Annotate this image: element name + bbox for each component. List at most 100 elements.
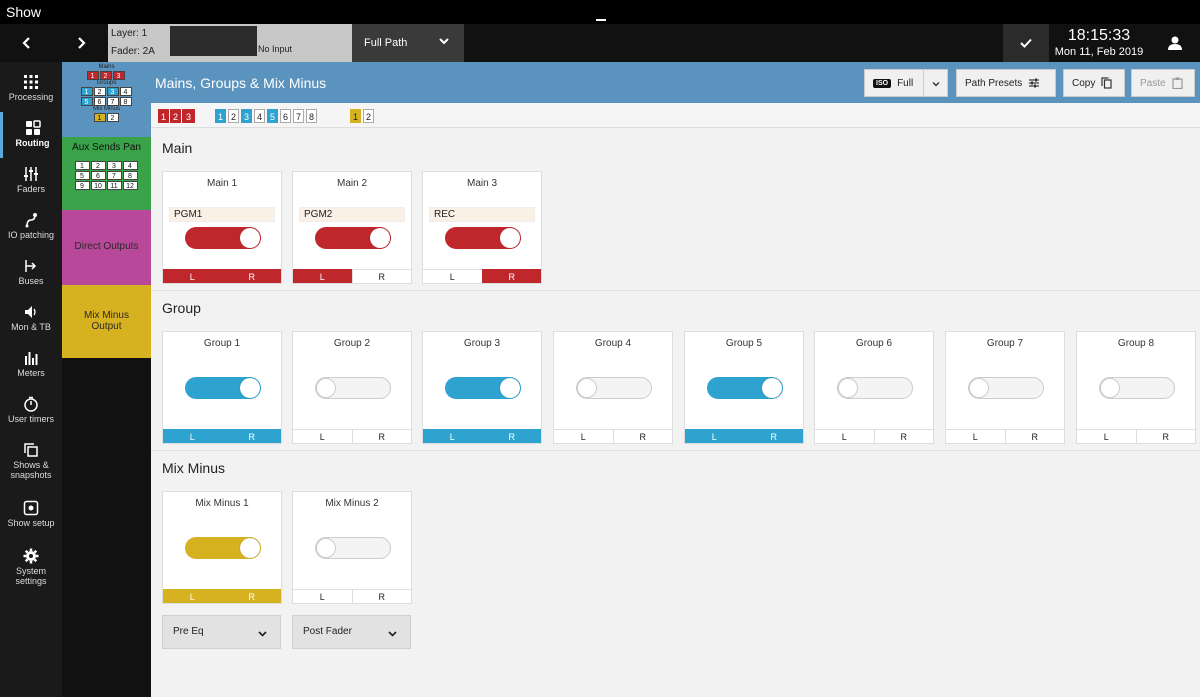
mixminus-source-select[interactable]: Post Fader <box>292 615 411 649</box>
bus-name-field[interactable]: PGM2 <box>299 207 405 222</box>
next-button[interactable] <box>54 24 108 62</box>
right-button[interactable]: R <box>873 429 933 443</box>
right-button[interactable]: R <box>1004 429 1064 443</box>
nav-show-setup[interactable]: Show setup <box>0 492 62 538</box>
group-selector-chip[interactable]: 5 <box>267 109 278 123</box>
route-toggle[interactable] <box>185 377 261 399</box>
user-button[interactable] <box>1150 24 1200 62</box>
main-selector-chip[interactable]: 1 <box>158 109 169 123</box>
right-button[interactable]: R <box>221 269 281 283</box>
subnav-direct-outputs[interactable]: Direct Outputs <box>62 210 151 285</box>
mixminus-selector-chip[interactable]: 2 <box>363 109 374 123</box>
left-button[interactable]: L <box>554 429 613 443</box>
route-toggle[interactable] <box>837 377 913 399</box>
main-selector-chip[interactable]: 3 <box>182 109 195 123</box>
chevron-down-icon <box>932 82 940 87</box>
subnav-mix-minus-output[interactable]: Mix Minus Output <box>62 285 151 358</box>
left-button[interactable]: L <box>815 429 874 443</box>
route-toggle[interactable] <box>576 377 652 399</box>
group-selector-chip[interactable]: 2 <box>228 109 239 123</box>
left-button[interactable]: L <box>163 589 222 603</box>
group-selector-chip[interactable]: 3 <box>241 109 252 123</box>
left-button[interactable]: L <box>685 429 744 443</box>
route-toggle[interactable] <box>968 377 1044 399</box>
route-toggle[interactable] <box>185 227 261 249</box>
subnav-aux-sends-pan[interactable]: Aux Sends Pan 1 2 3 4 5 6 7 8 9 10 11 12 <box>62 137 151 210</box>
nav-routing[interactable]: Routing <box>0 112 62 158</box>
subnav-mains-groups[interactable]: Mains 1 2 3 Groups 1 2 3 4 5 6 7 8 Mix M… <box>62 62 151 137</box>
right-button[interactable]: R <box>351 589 411 603</box>
path-select[interactable]: Full Path <box>352 24 464 62</box>
nav-system-settings[interactable]: System settings <box>0 540 62 596</box>
iso-full-select[interactable]: ISO Full <box>864 69 948 97</box>
group-selector-chip[interactable]: 4 <box>254 109 265 123</box>
prev-button[interactable] <box>0 24 54 62</box>
nav-shows-snapshots[interactable]: Shows & snapshots <box>0 434 62 490</box>
mixminus-selector-chip[interactable]: 1 <box>350 109 361 123</box>
gear-icon <box>23 548 39 564</box>
right-button[interactable]: R <box>351 269 411 283</box>
paste-button[interactable]: Paste <box>1131 69 1195 97</box>
toggle-knob <box>500 378 520 398</box>
nav-mon-tb[interactable]: Mon & TB <box>0 296 62 342</box>
right-button[interactable]: R <box>481 269 541 283</box>
left-button[interactable]: L <box>423 269 482 283</box>
right-button[interactable]: R <box>743 429 803 443</box>
route-toggle[interactable] <box>1099 377 1175 399</box>
group-selector-chip[interactable]: 8 <box>306 109 317 123</box>
left-button[interactable]: L <box>423 429 482 443</box>
card-name: Group 8 <box>1117 338 1155 349</box>
toggle-knob <box>316 538 336 558</box>
group-selector-chip[interactable]: 1 <box>215 109 226 123</box>
nav-mon-tb-label: Mon & TB <box>11 322 51 332</box>
group-selector-chip[interactable]: 6 <box>280 109 291 123</box>
lr-selector: L R <box>423 269 541 283</box>
route-toggle[interactable] <box>315 537 391 559</box>
right-button[interactable]: R <box>221 429 281 443</box>
group-selector-chip[interactable]: 7 <box>293 109 304 123</box>
confirm-button[interactable] <box>1003 24 1049 62</box>
mini-group-chip: 8 <box>119 97 132 106</box>
mixminus-source-select[interactable]: Pre Eq <box>162 615 281 649</box>
page-title: Mains, Groups & Mix Minus <box>155 75 327 91</box>
left-button[interactable]: L <box>946 429 1005 443</box>
route-toggle[interactable] <box>315 377 391 399</box>
right-button[interactable]: R <box>481 429 541 443</box>
bus-name-field[interactable]: PGM1 <box>169 207 275 222</box>
card-name: Group 1 <box>203 338 241 349</box>
nav-io-patching[interactable]: IO patching <box>0 204 62 250</box>
nav-processing[interactable]: Processing <box>0 66 62 112</box>
right-button[interactable]: R <box>1135 429 1195 443</box>
minimize-icon[interactable] <box>596 19 606 21</box>
left-button[interactable]: L <box>163 269 222 283</box>
mini-aux-chip: 11 <box>106 181 122 190</box>
lr-selector: L R <box>293 589 411 603</box>
route-toggle[interactable] <box>185 537 261 559</box>
main-selector-chip[interactable]: 2 <box>170 109 181 123</box>
nav-faders[interactable]: Faders <box>0 158 62 204</box>
left-button[interactable]: L <box>293 429 352 443</box>
card-name: Mix Minus 2 <box>325 498 379 509</box>
nav-buses[interactable]: Buses <box>0 250 62 296</box>
path-select-label: Full Path <box>364 37 408 49</box>
user-icon <box>1168 36 1182 50</box>
nav-user-timers[interactable]: User timers <box>0 388 62 434</box>
left-button[interactable]: L <box>293 269 352 283</box>
left-button[interactable]: L <box>163 429 222 443</box>
route-toggle[interactable] <box>315 227 391 249</box>
copy-button[interactable]: Copy <box>1063 69 1125 97</box>
route-toggle[interactable] <box>707 377 783 399</box>
layer-label: Layer: 1 <box>111 28 148 39</box>
right-button[interactable]: R <box>351 429 411 443</box>
nav-meters[interactable]: Meters <box>0 342 62 388</box>
mini-group-chip: 1 <box>80 87 93 96</box>
path-presets-button[interactable]: Path Presets <box>956 69 1056 97</box>
route-toggle[interactable] <box>445 227 521 249</box>
left-button[interactable]: L <box>293 589 352 603</box>
left-button[interactable]: L <box>1077 429 1136 443</box>
route-toggle[interactable] <box>445 377 521 399</box>
bus-name-field[interactable]: REC <box>429 207 535 222</box>
clock-time: 18:15:33 <box>1067 27 1131 44</box>
right-button[interactable]: R <box>612 429 672 443</box>
right-button[interactable]: R <box>221 589 281 603</box>
